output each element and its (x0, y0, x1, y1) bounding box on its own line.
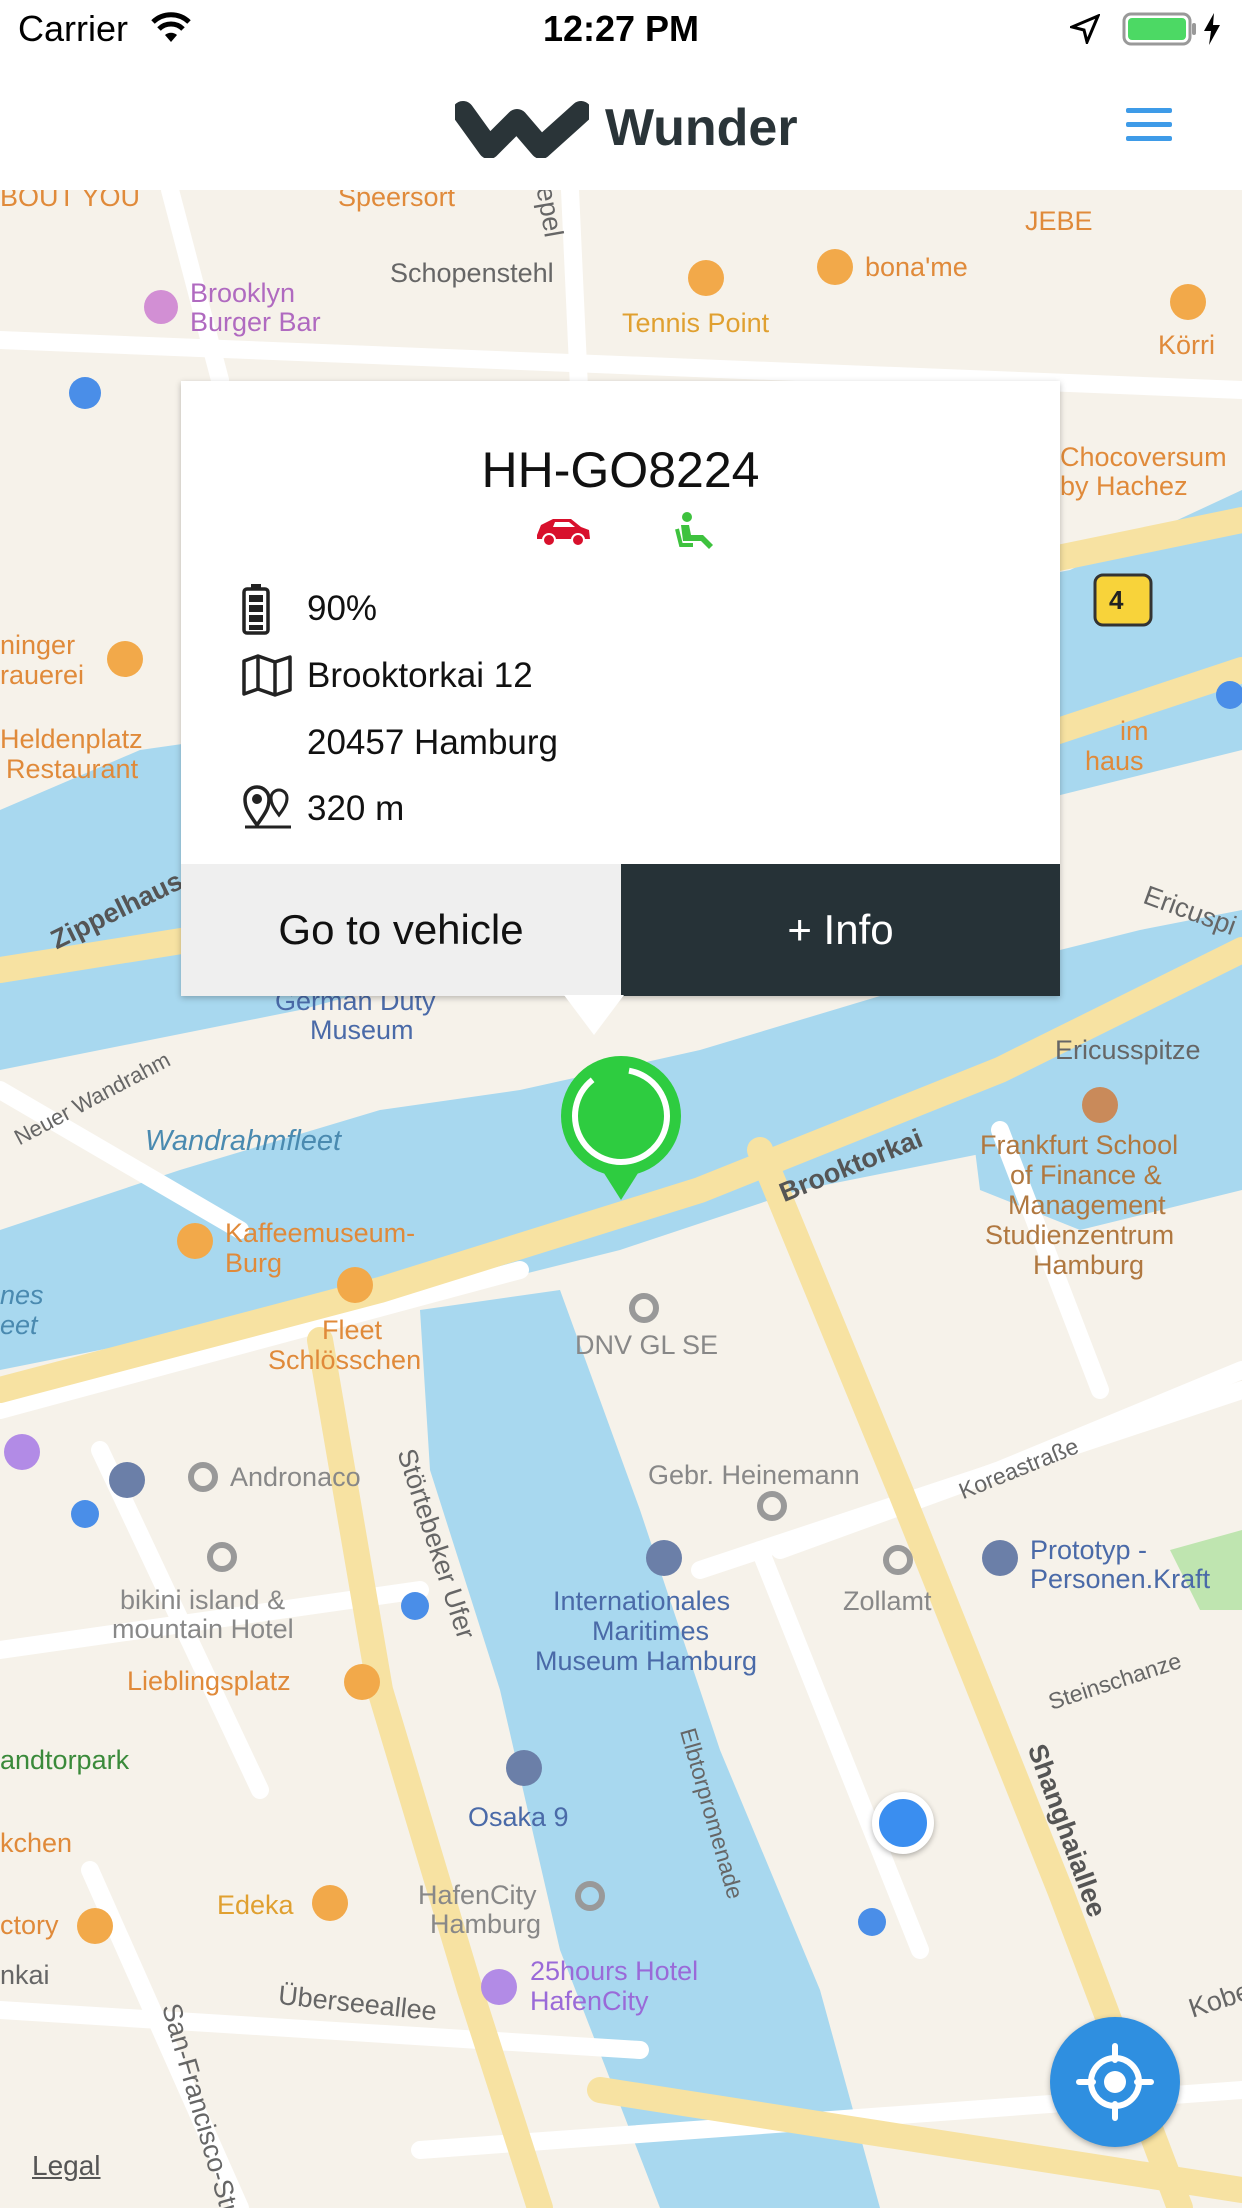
map-label: Museum Hamburg (535, 1646, 758, 1676)
map-label: Kaffeemuseum- (225, 1218, 416, 1248)
map-label: ninger (0, 630, 76, 660)
map-label: bikini island & (120, 1585, 286, 1615)
map-label: im (1120, 716, 1149, 746)
map-label: Brooklyn (190, 278, 296, 308)
location-services-icon (1070, 14, 1100, 44)
seat-icon (675, 512, 713, 549)
map-label: HafenCity (418, 1880, 537, 1910)
map-label: Chocoversum (1060, 442, 1227, 472)
vehicle-info-card: HH-GO8224 90% Brooktorkai 12 20457 Hambu… (181, 381, 1060, 996)
map-label: Speersort (338, 190, 456, 212)
legal-link[interactable]: Legal (32, 2150, 101, 2182)
map-label: ctory (0, 1910, 59, 1940)
map-label: Museum (310, 1015, 414, 1045)
map-label: Internationales (553, 1586, 731, 1616)
map-label: Burg (225, 1248, 283, 1278)
map-label: by Hachez (1060, 471, 1188, 501)
vehicle-plate: HH-GO8224 (481, 442, 760, 498)
map-label: Ericusspitze (1055, 1035, 1201, 1065)
map-label: mountain Hotel (112, 1614, 294, 1644)
map-label: Edeka (217, 1890, 294, 1920)
map-label: nes (0, 1280, 44, 1310)
map-label: Burger Bar (190, 307, 321, 337)
car-icon (537, 519, 590, 547)
map-label: andtorpark (0, 1745, 130, 1775)
map-label: JEBE (1025, 206, 1093, 236)
map-label: 25hours Hotel (530, 1956, 699, 1986)
map-label: of Finance & (1010, 1160, 1162, 1190)
map-label: Studienzentrum (985, 1220, 1175, 1250)
map-label: Hamburg (1033, 1250, 1145, 1280)
wunder-logo-icon (455, 101, 589, 158)
address-line-1: Brooktorkai 12 (307, 656, 533, 695)
map-label: Osaka 9 (468, 1802, 569, 1832)
map-label: Prototyp - (1030, 1535, 1148, 1565)
battery-status-icon (1122, 12, 1196, 46)
map-icon (242, 654, 292, 697)
distance: 320 m (307, 789, 405, 828)
map-label: Wandrahmfleet (145, 1125, 342, 1157)
clock: 12:27 PM (542, 8, 700, 49)
battery-level: 90% (307, 589, 378, 628)
map-label: Heldenplatz (0, 724, 143, 754)
map-label: Lieblingsplatz (127, 1666, 291, 1696)
map-label: eet (0, 1310, 38, 1340)
map-label: Maritimes (592, 1616, 710, 1646)
address-line-2: 20457 Hamburg (307, 723, 558, 762)
map-label: Schlösschen (268, 1345, 422, 1375)
map-label: DNV GL SE (575, 1330, 719, 1360)
user-location-dot (872, 1792, 934, 1854)
map-label: Personen.Kraft (1030, 1564, 1211, 1594)
map-label: Management (1008, 1190, 1166, 1220)
card-pointer (564, 995, 624, 1035)
map-label: nkai (0, 1960, 50, 1990)
map-label: Andronaco (230, 1462, 361, 1492)
vehicle-marker-icon[interactable] (558, 1054, 684, 1204)
map-label: BOUT YOU (0, 190, 141, 212)
map-label: HafenCity (530, 1986, 649, 2016)
map-label: Tennis Point (622, 308, 770, 338)
map-label: Restaurant (6, 754, 139, 784)
status-bar: Carrier 12:27 PM (0, 0, 1242, 60)
map-label: Gebr. Heinemann (648, 1460, 860, 1490)
highway-badge: 4 (1109, 585, 1124, 615)
map-label: Körri (1158, 330, 1216, 360)
go-to-vehicle-button[interactable]: Go to vehicle (181, 864, 621, 996)
map-label: haus (1085, 746, 1144, 776)
map-label: Schopenstehl (390, 258, 554, 288)
hamburger-menu-icon[interactable] (1126, 108, 1172, 148)
info-button[interactable]: + Info (621, 864, 1060, 996)
map-label: Fleet (322, 1315, 383, 1345)
map-label: Frankfurt School (980, 1130, 1179, 1160)
map-label: rauerei (0, 660, 85, 690)
nav-bar: Wunder (0, 60, 1242, 190)
map-label: bona'me (865, 252, 968, 282)
battery-icon (242, 584, 270, 635)
map-label: Zollamt (843, 1586, 932, 1616)
crosshair-icon (1076, 2043, 1154, 2121)
brand-logo: Wunder (455, 98, 798, 158)
locate-me-button[interactable] (1050, 2017, 1180, 2147)
charging-icon (1204, 13, 1220, 45)
map-label: Hamburg (430, 1909, 542, 1939)
map-label: kchen (0, 1828, 73, 1858)
distance-pin-icon (243, 785, 291, 829)
brand-name: Wunder (605, 99, 798, 157)
